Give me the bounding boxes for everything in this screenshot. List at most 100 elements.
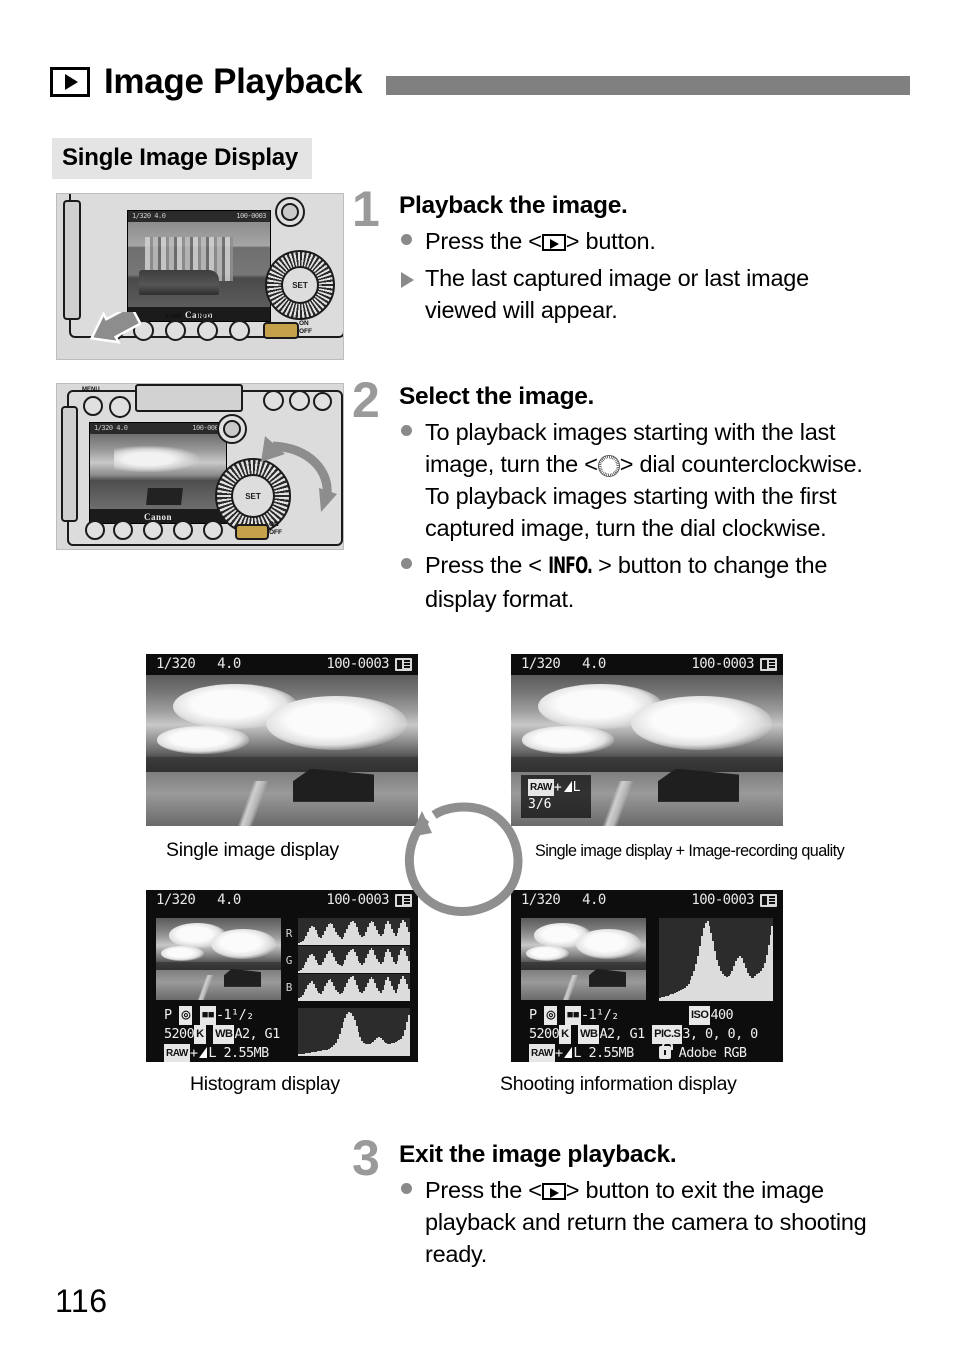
aperture-value: 4.0 — [582, 656, 606, 672]
display-button[interactable] — [109, 396, 131, 418]
exposure-comp-icon: ■■ — [199, 1006, 216, 1025]
step-2-title: Select the image. — [399, 383, 595, 410]
menu-button[interactable] — [83, 396, 103, 416]
aperture-button[interactable] — [313, 392, 332, 411]
kelvin-unit-icon: K — [559, 1025, 571, 1044]
caption-shooting-information-display: Shooting information display — [500, 1073, 737, 1095]
set-button[interactable]: SET — [281, 266, 319, 304]
eyepiece-inner — [281, 203, 299, 221]
exposure-comp-value: -1¹/₂ — [581, 1007, 619, 1023]
panel-shooting-information-display: 1/320 4.0 100-0003 P ◎ ■■ -1¹/₂ ISO 400 52… — [511, 890, 783, 1062]
af-point-button[interactable] — [289, 390, 310, 411]
bullet-dot-icon — [399, 549, 425, 569]
info-button-label: INFO. — [197, 314, 213, 320]
camera-rear-playback-button-figure: 1/320 4.0 100-0003 Canon SET ▶ JUMP INFO… — [56, 193, 344, 360]
color-space: Adobe RGB — [678, 1045, 747, 1061]
camera-side-grip — [61, 406, 78, 522]
file-size: 2.55MB — [588, 1045, 634, 1061]
quality-wedge-icon — [563, 781, 572, 792]
lcd-info-strip: 1/320 4.0 100-0003 — [90, 423, 226, 434]
sd-card-icon — [760, 894, 777, 907]
power-switch[interactable] — [235, 524, 269, 540]
lcd-header: 1/320 4.0 100-0003 — [511, 890, 783, 911]
histogram-info-line-3: RAW + L 2.55MB — [164, 1044, 269, 1062]
bullet-dot-icon — [399, 416, 425, 436]
step-2-bullet-2-pre: Press the < — [425, 552, 542, 578]
quality-wedge-icon — [564, 1047, 573, 1058]
metering-icon: ◎ — [179, 1006, 193, 1025]
quality-plus: + — [189, 1045, 198, 1061]
menu-button-label: MENU — [82, 387, 100, 393]
step-1-title: Playback the image. — [399, 192, 628, 219]
caption-single-image-quality-display: Single image display + Image-recording q… — [535, 841, 845, 860]
step-3-bullet-1-pre: Press the < — [425, 1177, 542, 1203]
step-1-bullet-2: The last captured image or last image vi… — [399, 262, 872, 326]
info-button[interactable] — [197, 320, 218, 341]
wb-shift-value: A2, G1 — [599, 1026, 645, 1042]
aperture-value: 4.0 — [217, 656, 241, 672]
kelvin-unit-icon: K — [194, 1025, 206, 1044]
picture-style-params: 3, 0, 0, 0 — [682, 1026, 758, 1042]
raw-tag: RAW — [529, 1044, 555, 1062]
step-2-bullet-1: To playback images starting with the las… — [399, 416, 872, 544]
shooting-mode: P — [529, 1007, 537, 1023]
erase-button[interactable] — [113, 520, 133, 540]
playback-icon — [50, 67, 90, 97]
exposure-comp-icon: ■■ — [564, 1006, 581, 1025]
step-1-number: 1 — [352, 181, 380, 237]
bullet-dot-icon — [399, 225, 425, 245]
protect-lock-icon — [659, 1042, 673, 1059]
jump-button-label: JUMP — [165, 314, 182, 320]
jump-button[interactable] — [143, 520, 163, 540]
press-arrow-indicator — [89, 312, 141, 344]
caption-histogram-display: Histogram display — [190, 1073, 340, 1095]
rgb-channel-labels: R G B — [283, 920, 295, 1001]
histogram-info-line-1: P ◎ ■■ -1¹/₂ — [164, 1006, 254, 1025]
photo-thumbnail — [156, 918, 281, 1000]
ae-lock-button[interactable] — [263, 390, 284, 411]
lcd-header: 1/320 4.0 100-0003 — [511, 654, 783, 675]
lcd-tram-photo — [128, 222, 270, 307]
histogram-red — [298, 918, 410, 945]
lcd-header: 1/320 4.0 100-0003 — [146, 890, 418, 911]
raw-tag: RAW — [528, 779, 554, 796]
quality-plus: + — [554, 1045, 563, 1061]
magnify-button[interactable] — [203, 520, 223, 540]
camera-side-grip — [63, 200, 81, 320]
rgb-label-r: R — [285, 927, 293, 940]
lcd-strip-right: 100-0003 — [236, 212, 266, 220]
shooting-info-line-1: P ◎ ■■ -1¹/₂ — [529, 1006, 619, 1025]
power-switch[interactable] — [263, 322, 299, 339]
wb-shift-icon: WB — [578, 1025, 600, 1044]
playback-button[interactable] — [85, 520, 105, 540]
file-number: 100-0003 — [326, 892, 389, 908]
magnify-button[interactable] — [229, 320, 250, 341]
pentaprism-hotshoe — [135, 384, 243, 412]
shutter-speed: 1/320 — [156, 892, 196, 908]
histogram-blue — [298, 974, 410, 1001]
shutter-speed: 1/320 — [156, 656, 196, 672]
header-rule — [386, 75, 910, 95]
step-3-number: 3 — [352, 1130, 380, 1186]
jump-button[interactable] — [165, 320, 186, 341]
shooting-info-iso: ISO 400 — [689, 1006, 734, 1025]
histogram-info-line-2: 5200 K WB A2, G1 — [164, 1025, 280, 1044]
rgb-label-b: B — [285, 981, 293, 994]
quick-control-dial-glyph-icon — [597, 455, 620, 477]
info-button[interactable] — [173, 520, 193, 540]
aperture-value: 4.0 — [217, 892, 241, 908]
step-3-title: Exit the image playback. — [399, 1141, 677, 1168]
step-1-bullet-1-pre: Press the < — [425, 228, 542, 254]
white-balance-kelvin: 5200 — [164, 1026, 195, 1042]
raw-tag: RAW — [164, 1044, 190, 1062]
frame-counter: 3/6 — [528, 797, 552, 812]
step-1-bullet-1: Press the < > button. — [399, 225, 872, 257]
power-off-label: OFF — [269, 529, 282, 536]
section-heading: Single Image Display — [52, 138, 313, 179]
bullet-arrow-icon — [399, 262, 425, 288]
step-1-bullet-1-post: > button. — [565, 228, 656, 254]
playback-button-glyph-icon — [541, 234, 566, 251]
camera-lcd-screen: 1/320 4.0 100-0003 Canon — [127, 210, 271, 322]
playback-button-glyph-icon — [541, 1183, 566, 1200]
sd-card-icon — [760, 658, 777, 671]
